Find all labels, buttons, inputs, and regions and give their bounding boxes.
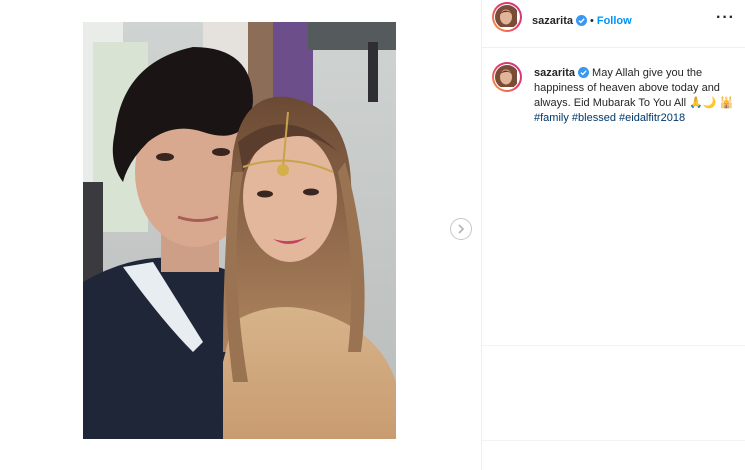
- separator-dot: •: [589, 15, 594, 27]
- post-header: sazarita • Follow ···: [482, 0, 745, 48]
- verified-badge-icon: [577, 67, 589, 78]
- hashtag-link[interactable]: #blessed: [572, 112, 616, 124]
- username-link[interactable]: sazarita: [532, 15, 573, 27]
- caption-username-link[interactable]: sazarita: [534, 67, 575, 79]
- more-options-icon[interactable]: ···: [716, 10, 735, 26]
- header-text: sazarita • Follow: [532, 11, 632, 29]
- hashtag-link[interactable]: #family: [534, 112, 569, 124]
- actions-divider: [482, 440, 745, 441]
- caption-author-avatar[interactable]: [492, 62, 522, 92]
- next-image-button[interactable]: [450, 218, 472, 240]
- media-pane: [0, 0, 481, 470]
- comments-divider: [482, 345, 745, 346]
- post-photo[interactable]: [83, 22, 396, 439]
- verified-badge-icon: [575, 15, 587, 26]
- post-caption: sazarita May Allah give you the happines…: [534, 66, 734, 126]
- avatar-photo-icon: [495, 5, 517, 27]
- chevron-right-icon: [458, 224, 465, 234]
- follow-button[interactable]: Follow: [597, 15, 632, 27]
- post-sidebar: sazarita • Follow ··· sazarita May Allah …: [482, 0, 745, 470]
- author-avatar[interactable]: [492, 2, 522, 32]
- avatar-photo-icon: [495, 65, 517, 87]
- selfie-image: [83, 22, 396, 439]
- hashtag-link[interactable]: #eidalfitr2018: [619, 112, 685, 124]
